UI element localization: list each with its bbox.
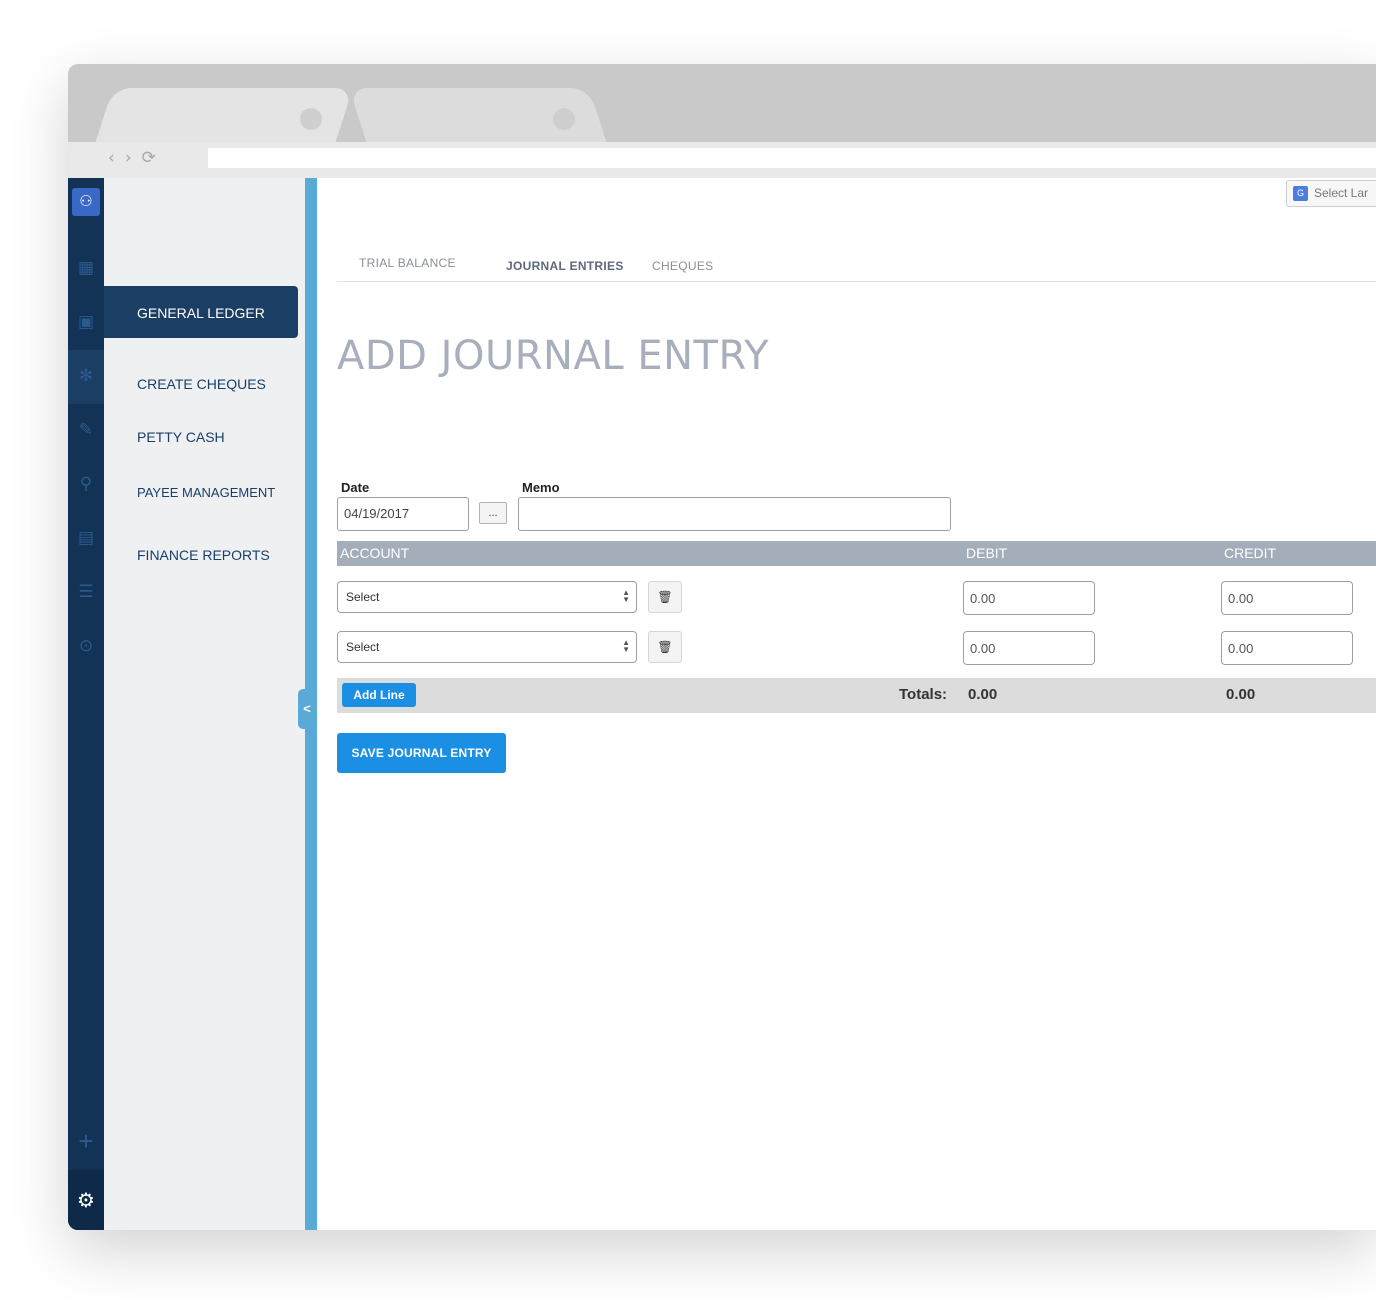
play-circle-icon[interactable]: ⊙ xyxy=(68,636,104,656)
language-select-label: Select Lar xyxy=(1314,186,1369,200)
credit-field[interactable]: 0.00 xyxy=(1221,631,1353,665)
debit-field[interactable]: 0.00 xyxy=(963,581,1095,615)
tab-bar: TRIAL BALANCE JOURNAL ENTRIES CHEQUES xyxy=(337,248,1376,282)
debit-total: 0.00 xyxy=(968,686,998,703)
tab-close-icon[interactable] xyxy=(300,108,322,130)
totals-label: Totals: xyxy=(899,686,948,703)
tab-trial-balance[interactable]: TRIAL BALANCE xyxy=(359,256,456,270)
table-header: ACCOUNT DEBIT CREDIT xyxy=(337,541,1376,566)
sidebar: GENERAL LEDGER CREATE CHEQUES PETTY CASH… xyxy=(104,178,305,1230)
back-icon[interactable]: ‹ xyxy=(108,148,125,168)
account-select[interactable]: Select ▲ ▼ xyxy=(337,581,637,613)
trash-icon: 🗑 xyxy=(657,640,673,654)
credit-field[interactable]: 0.00 xyxy=(1221,581,1353,615)
date-label: Date xyxy=(341,480,370,495)
delete-line-button[interactable]: 🗑 xyxy=(648,631,682,663)
select-arrows-icon: ▲ ▼ xyxy=(622,588,630,604)
page-title: ADD JOURNAL ENTRY xyxy=(337,333,770,379)
debit-column-header: DEBIT xyxy=(966,545,1008,561)
account-column-header: ACCOUNT xyxy=(340,545,410,561)
gear-icon[interactable]: ⚙ xyxy=(68,1170,104,1230)
memo-label: Memo xyxy=(522,480,560,495)
browser-window: ‹›⟳ ⚇ ▦ ▣ ✻ ✎ ⚲ ▤ ☰ ⊙ + ⚙ GENERAL LEDGER… xyxy=(68,64,1376,1230)
tools-icon[interactable]: ✎ xyxy=(68,420,104,440)
main-content: G Select Lar TRIAL BALANCE JOURNAL ENTRIE… xyxy=(317,178,1376,1230)
search-icon[interactable]: ⚲ xyxy=(68,474,104,494)
tab-journal-entries[interactable]: JOURNAL ENTRIES xyxy=(506,259,624,273)
list-icon[interactable]: ☰ xyxy=(68,582,104,602)
totals-bar: Add Line Totals: 0.00 0.00 xyxy=(337,678,1376,713)
debit-field[interactable]: 0.00 xyxy=(963,631,1095,665)
browser-nav-buttons: ‹›⟳ xyxy=(108,148,166,168)
tab-cheques[interactable]: CHEQUES xyxy=(652,259,713,273)
chart-icon[interactable]: ▤ xyxy=(68,528,104,548)
sidebar-item-general-ledger[interactable]: GENERAL LEDGER xyxy=(104,286,298,338)
icon-rail: ⚇ ▦ ▣ ✻ ✎ ⚲ ▤ ☰ ⊙ + ⚙ xyxy=(68,178,104,1230)
delete-line-button[interactable]: 🗑 xyxy=(648,581,682,613)
collapse-sidebar-button[interactable]: < xyxy=(298,689,316,729)
select-arrows-icon: ▲ ▼ xyxy=(622,638,630,654)
tab-close-icon[interactable] xyxy=(553,108,575,130)
account-select-value: Select xyxy=(346,590,380,604)
trash-icon: 🗑 xyxy=(657,590,673,604)
date-picker-button[interactable]: ... xyxy=(479,502,507,524)
memo-field[interactable] xyxy=(518,497,951,531)
date-field[interactable]: 04/19/2017 xyxy=(337,497,469,531)
snowflake-icon[interactable]: ✻ xyxy=(68,350,104,404)
credit-total: 0.00 xyxy=(1226,686,1256,703)
family-icon[interactable]: ⚇ xyxy=(72,188,100,216)
apps-grid-icon[interactable]: ▦ xyxy=(68,258,104,278)
sidebar-item-finance-reports[interactable]: FINANCE REPORTS xyxy=(137,547,270,563)
save-journal-entry-button[interactable]: SAVE JOURNAL ENTRY xyxy=(337,733,506,773)
forward-icon[interactable]: › xyxy=(125,148,142,168)
reload-icon[interactable]: ⟳ xyxy=(142,148,166,168)
sidebar-item-create-cheques[interactable]: CREATE CHEQUES xyxy=(137,376,266,392)
plus-icon[interactable]: + xyxy=(68,1126,104,1157)
briefcase-icon[interactable]: ▣ xyxy=(68,312,104,332)
credit-column-header: CREDIT xyxy=(1224,545,1277,561)
account-select[interactable]: Select ▲ ▼ xyxy=(337,631,637,663)
address-bar[interactable] xyxy=(208,148,1376,168)
sidebar-item-payee-management[interactable]: PAYEE MANAGEMENT xyxy=(137,485,275,500)
google-translate-icon: G xyxy=(1293,186,1308,202)
sidebar-item-petty-cash[interactable]: PETTY CASH xyxy=(137,429,225,445)
add-line-button[interactable]: Add Line xyxy=(342,683,416,707)
account-select-value: Select xyxy=(346,640,380,654)
language-select[interactable]: G Select Lar xyxy=(1286,180,1376,207)
